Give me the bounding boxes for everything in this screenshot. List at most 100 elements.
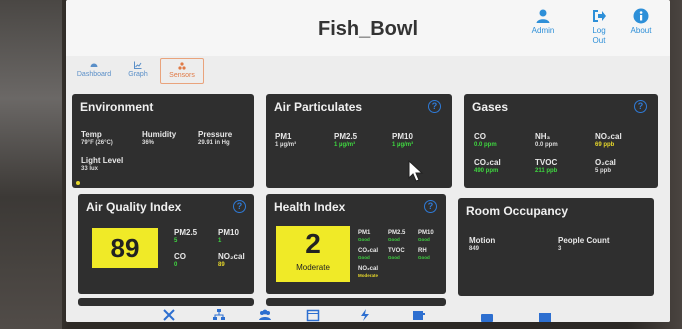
temp-metric: Temp 79°F (26°C) [81, 130, 113, 146]
health-tvoc-value: Good [388, 255, 400, 260]
tab-sensors[interactable]: Sensors [160, 58, 204, 84]
sensors-icon [178, 62, 186, 70]
o2-metric: O₂cal 5 ppb [595, 158, 616, 174]
health-help-icon[interactable]: ? [424, 200, 437, 213]
camera-icon[interactable] [480, 310, 494, 322]
temp-label: Temp [81, 130, 102, 139]
humidity-label: Humidity [142, 130, 177, 139]
aqi-pm25-value: 5 [174, 238, 178, 244]
bottom-toolbar [66, 308, 670, 322]
aqi-pm10-metric: PM10 1 [218, 228, 239, 244]
tab-graph[interactable]: Graph [116, 58, 160, 84]
dashboard-icon [90, 63, 98, 67]
humidity-value: 36% [142, 140, 155, 146]
health-no2-label: NO₂cal [358, 266, 379, 272]
screen-icon[interactable] [538, 310, 552, 322]
pm10-metric: PM10 1 µg/m³ [392, 132, 413, 148]
pm10-label: PM10 [392, 132, 413, 141]
aqi-panel: Air Quality Index ? 89 PM2.5 5 PM10 1 CO… [78, 194, 254, 294]
health-pm1-metric: PM1 Good [358, 230, 370, 242]
light-value: 33 lux [81, 166, 99, 172]
info-icon [633, 8, 649, 24]
health-no2-metric: NO₂cal Moderate [358, 266, 378, 278]
users-icon[interactable] [258, 308, 272, 322]
room-occupancy-panel: Room Occupancy Motion 849 People Count 3 [458, 198, 654, 296]
health-title: Health Index [274, 200, 346, 214]
top-bar: Fish_Bowl Admin Log Out About [66, 0, 670, 56]
health-pm25-label: PM2.5 [388, 230, 406, 236]
health-pm10-metric: PM10 Good [418, 230, 434, 242]
graph-icon [134, 61, 142, 69]
no2-metric: NO₂cal 69 ppb [595, 132, 622, 148]
pm25-value: 1 µg/m³ [334, 142, 356, 148]
lower-panel-middle [266, 298, 446, 306]
logout-icon [593, 10, 606, 22]
o2-value: 5 ppb [595, 168, 611, 174]
no2-value: 69 ppb [595, 142, 615, 148]
background-objects [0, 0, 62, 329]
aqi-no2-metric: NO₂cal 89 [218, 252, 245, 268]
pressure-value: 29.91 in Hg [198, 140, 230, 146]
about-button[interactable]: About [619, 8, 663, 35]
tab-dashboard-label: Dashboard [76, 71, 112, 78]
no2-label: NO₂cal [595, 132, 622, 141]
co-value: 0.0 ppm [474, 142, 497, 148]
motion-label: Motion [469, 236, 496, 245]
tab-dashboard[interactable]: Dashboard [72, 58, 116, 84]
tab-graph-label: Graph [128, 71, 148, 78]
air-particulates-panel: Air Particulates ? PM1 1 µg/m³ PM2.5 1 µ… [266, 94, 452, 188]
pressure-label: Pressure [198, 130, 233, 139]
co2-value: 490 ppm [474, 168, 499, 174]
pressure-metric: Pressure 29.91 in Hg [198, 130, 232, 146]
mouse-cursor-icon [408, 160, 424, 182]
pm10-value: 1 µg/m³ [392, 142, 414, 148]
calendar-icon[interactable] [306, 308, 320, 322]
co-label: CO [474, 132, 486, 141]
motion-metric: Motion 849 [469, 236, 495, 252]
people-count-metric: People Count 3 [558, 236, 610, 252]
air-particulates-help-icon[interactable]: ? [428, 100, 441, 113]
environment-title: Environment [80, 100, 154, 114]
health-panel: Health Index ? 2 Moderate PM1 Good PM2.5… [266, 194, 446, 294]
admin-button[interactable]: Admin [521, 8, 565, 35]
co-metric: CO 0.0 ppm [474, 132, 497, 148]
health-tvoc-label: TVOC [388, 248, 405, 254]
gases-help-icon[interactable]: ? [634, 100, 647, 113]
co2-label: CO₂cal [474, 158, 501, 167]
light-label: Light Level [81, 156, 124, 165]
health-pm25-metric: PM2.5 Good [388, 230, 405, 242]
tvoc-value: 211 ppb [535, 168, 558, 174]
health-no2-value: Moderate [358, 273, 379, 278]
user-icon [536, 9, 550, 23]
pm25-label: PM2.5 [334, 132, 358, 141]
power-icon[interactable] [358, 308, 372, 322]
aqi-value: 89 [92, 228, 158, 268]
aqi-co-label: CO [174, 252, 186, 261]
health-co-value: Good [358, 255, 370, 260]
export-icon[interactable] [412, 308, 426, 322]
health-value: 2 [305, 228, 321, 259]
people-count-value: 3 [558, 246, 562, 252]
aqi-no2-value: 89 [218, 262, 225, 268]
health-pm25-value: Good [388, 237, 400, 242]
pm25-metric: PM2.5 1 µg/m³ [334, 132, 357, 148]
health-tvoc-metric: TVOC Good [388, 248, 405, 260]
health-rh-value: Good [418, 255, 430, 260]
pm1-value: 1 µg/m³ [275, 142, 297, 148]
aqi-help-icon[interactable]: ? [233, 200, 246, 213]
logout-button[interactable]: Log Out [577, 8, 621, 46]
health-box: 2 Moderate [276, 226, 350, 282]
co2-metric: CO₂cal 490 ppm [474, 158, 501, 174]
nh3-metric: NH₃ 0.0 ppm [535, 132, 558, 148]
network-icon[interactable] [212, 308, 226, 322]
gases-title: Gases [472, 100, 509, 114]
admin-label: Admin [531, 26, 555, 35]
environment-panel: Environment Temp 79°F (26°C) Humidity 36… [72, 94, 254, 188]
tab-sensors-label: Sensors [169, 72, 195, 79]
status-dot [76, 181, 80, 185]
aqi-pm10-label: PM10 [218, 228, 239, 237]
tools-icon[interactable] [162, 308, 176, 322]
logout-label: Log Out [592, 26, 606, 45]
pm1-metric: PM1 1 µg/m³ [275, 132, 296, 148]
health-pm1-label: PM1 [358, 230, 371, 236]
